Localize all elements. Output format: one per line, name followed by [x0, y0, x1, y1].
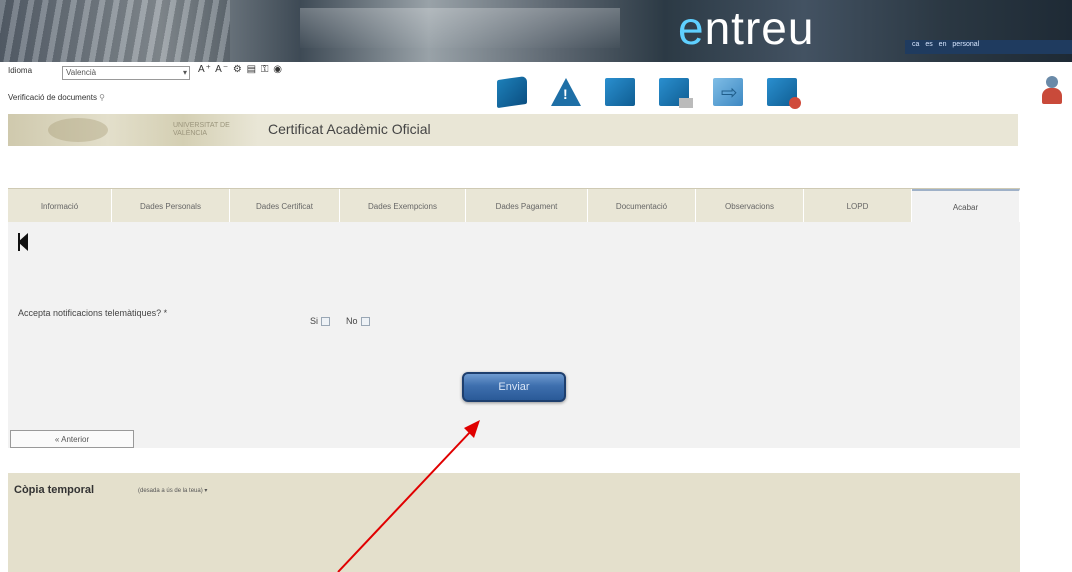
tab-bar: Informació Dades Personals Dades Certifi…: [8, 188, 1020, 223]
temp-copy-section: Còpia temporal (desada a ús de la teua) …: [8, 473, 1020, 572]
brand-prefix: e: [678, 2, 705, 54]
idioma-value: Valencià: [66, 68, 97, 77]
temp-copy-title-text: Còpia temporal: [14, 484, 95, 496]
verificacio-label: Verificació de documents: [8, 93, 97, 102]
option-si-label: Si: [310, 316, 319, 326]
tab-lopd[interactable]: LOPD: [804, 189, 912, 223]
option-no-label: No: [346, 316, 358, 326]
page-title: Certificat Acadèmic Oficial: [268, 121, 431, 137]
export-icon[interactable]: [713, 78, 743, 106]
university-seal-icon: [48, 118, 108, 142]
search-icon: ⚲: [99, 93, 106, 102]
verificacio-link[interactable]: Verificació de documents ⚲: [8, 93, 105, 102]
option-no[interactable]: No: [346, 316, 370, 326]
option-si-checkbox[interactable]: [321, 316, 331, 326]
user-icon-body: [1042, 88, 1062, 104]
toolbar: Idioma Valencià ▾ A⁺ A⁻ ⚙ ▤ ⚿ ◉ Verifica…: [0, 62, 1072, 114]
option-no-checkbox[interactable]: [360, 316, 370, 326]
banner-decoration: [0, 0, 230, 62]
document-print-icon[interactable]: [659, 78, 693, 108]
notificacions-question: Accepta notificacions telemàtiques? *: [18, 308, 168, 318]
header-banner: entreu ca es en personal: [0, 0, 1072, 62]
tab-dades-pagament[interactable]: Dades Pagament: [466, 189, 588, 223]
user-icon-head: [1046, 76, 1058, 88]
tool-icons: [497, 74, 801, 110]
folder-icon[interactable]: [497, 75, 527, 109]
tab-acabar[interactable]: Acabar: [912, 189, 1020, 223]
tab-dades-certificat[interactable]: Dades Certificat: [230, 189, 340, 223]
form-panel: Accepta notificacions telemàtiques? * Si…: [8, 222, 1020, 448]
language-links[interactable]: ca es en personal: [912, 41, 979, 48]
university-name: UNIVERSITAT DE VALÈNCIA: [173, 122, 230, 137]
accessibility-tools[interactable]: A⁺ A⁻ ⚙ ▤ ⚿ ◉: [198, 64, 283, 75]
idioma-select[interactable]: Valencià ▾: [62, 66, 190, 80]
chevron-down-icon: ▾: [182, 68, 187, 77]
tab-informacio[interactable]: Informació: [8, 189, 112, 223]
document-icon[interactable]: [605, 78, 635, 106]
previous-button[interactable]: « Anterior: [10, 430, 134, 448]
temp-copy-note-text: (desada a ús de la teua): [138, 488, 203, 494]
tab-observacions[interactable]: Observacions: [696, 189, 804, 223]
university-logo: UNIVERSITAT DE VALÈNCIA: [8, 114, 258, 146]
chevron-down-icon[interactable]: ▾: [204, 488, 207, 494]
option-si[interactable]: Si: [310, 316, 331, 326]
tab-dades-personals[interactable]: Dades Personals: [112, 189, 230, 223]
user-icon[interactable]: [1041, 76, 1063, 106]
send-button[interactable]: Enviar: [462, 372, 566, 402]
banner-highlight: [300, 8, 620, 48]
brand-rest: ntreu: [704, 2, 815, 54]
idioma-label: Idioma: [8, 66, 33, 75]
tab-documentacio[interactable]: Documentació: [588, 189, 696, 223]
warning-icon[interactable]: [551, 78, 581, 106]
temp-copy-note: (desada a ús de la teua) ▾: [138, 487, 207, 494]
brand-logo: entreu: [678, 2, 814, 54]
back-arrow-icon[interactable]: [18, 233, 28, 251]
tab-dades-exempcions[interactable]: Dades Exempcions: [340, 189, 466, 223]
document-delete-icon[interactable]: [767, 78, 801, 109]
title-bar: UNIVERSITAT DE VALÈNCIA Certificat Acadè…: [8, 114, 1018, 146]
temp-copy-title[interactable]: Còpia temporal: [14, 484, 94, 496]
